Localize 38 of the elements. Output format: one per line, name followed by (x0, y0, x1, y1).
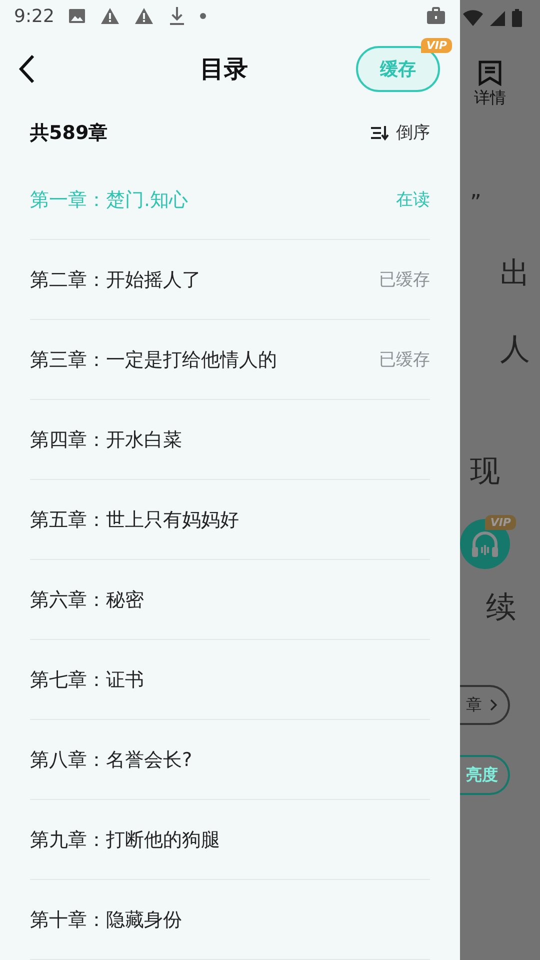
bookmark-icon (478, 60, 502, 86)
chapter-item[interactable]: 第十章：隐藏身份 (30, 880, 430, 960)
chapter-item[interactable]: 第二章：开始摇人了 已缓存 (30, 240, 430, 320)
headphones-icon (470, 530, 500, 558)
vip-badge: VIP (421, 38, 452, 54)
signal-icon (490, 10, 506, 26)
chapter-item[interactable]: 第四章：开水白菜 (30, 400, 430, 480)
sort-icon (370, 124, 390, 141)
sort-button[interactable]: 倒序 (370, 121, 430, 144)
briefcase-icon (426, 7, 446, 26)
chapter-item[interactable]: 第三章：一定是打给他情人的 已缓存 (30, 320, 430, 400)
download-icon (168, 6, 186, 26)
chapter-item[interactable]: 第八章：名誉会长? (30, 720, 430, 800)
dot-icon (200, 13, 206, 20)
chapter-status: 已缓存 (379, 269, 430, 292)
chapter-item[interactable]: 第六章：秘密 (30, 560, 430, 640)
chapter-item[interactable]: 第九章：打断他的狗腿 (30, 800, 430, 880)
status-time: 9:22 (14, 6, 54, 27)
vip-badge: VIP (485, 515, 516, 530)
warning-icon (134, 7, 154, 26)
chapter-item[interactable]: 第五章：世上只有妈妈好 (30, 480, 430, 560)
page-text: 人 (500, 335, 530, 365)
page-text: 出 (500, 259, 530, 289)
back-icon[interactable] (18, 54, 36, 84)
page-text: ” (470, 193, 482, 215)
page-text: 现 (470, 457, 500, 487)
details-tab[interactable]: 详情 (474, 60, 506, 109)
chapter-count: 共589章 (30, 120, 108, 146)
chapter-item[interactable]: 第七章：证书 (30, 640, 430, 720)
chevron-icon (490, 699, 498, 711)
page-text: 续 (486, 593, 516, 623)
battery-icon (512, 9, 522, 27)
chapter-status: 在读 (396, 189, 430, 212)
image-icon (68, 7, 86, 26)
warning-icon (100, 7, 120, 26)
wifi-icon (462, 9, 484, 27)
page-title: 目录 (200, 54, 248, 86)
chapter-status: 已缓存 (379, 349, 430, 372)
